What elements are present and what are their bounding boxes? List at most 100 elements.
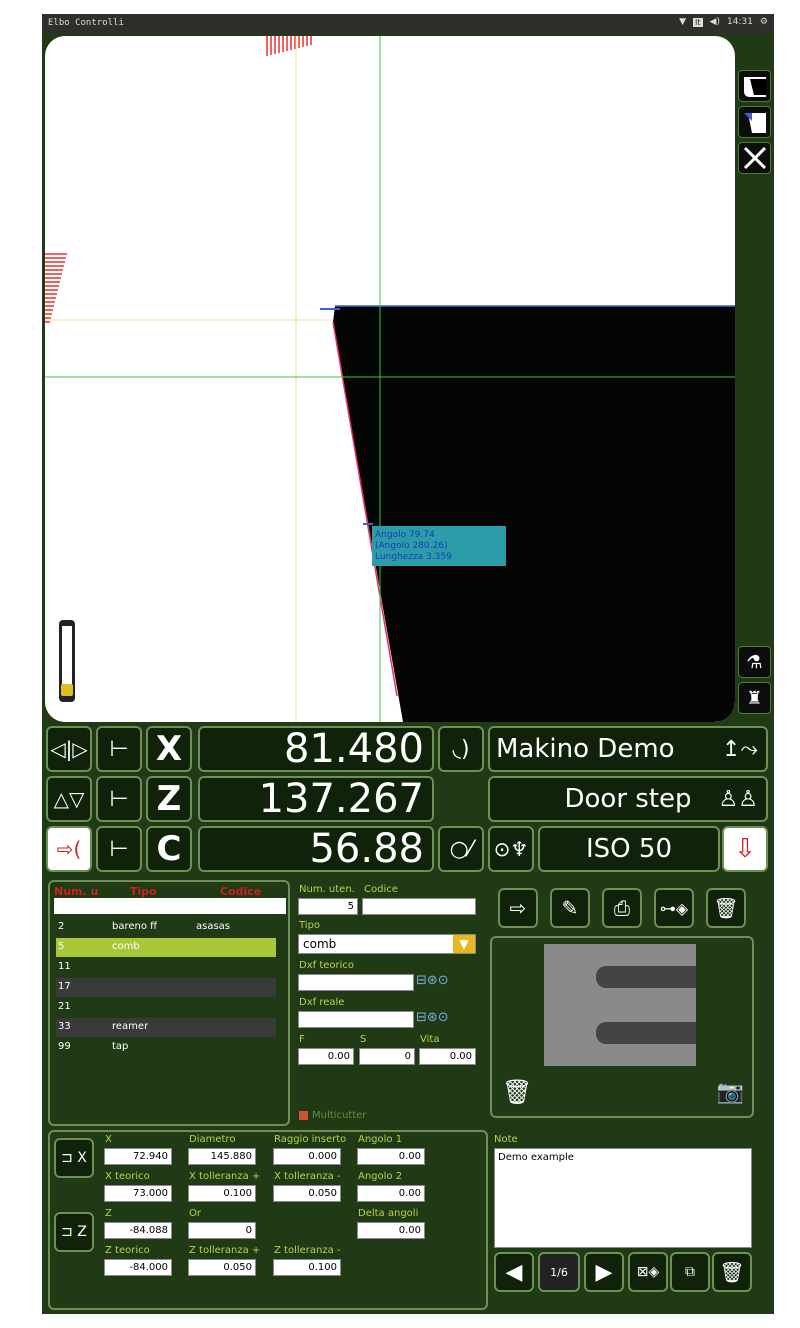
export-button[interactable]: ⇨	[498, 888, 538, 928]
volume-icon[interactable]: ◀)	[710, 17, 720, 27]
arrow-arc-button[interactable]: ⇨(	[46, 826, 92, 872]
measure-z-button[interactable]: ⊐ Z	[54, 1212, 94, 1252]
z-field[interactable]: -84.088	[104, 1222, 172, 1239]
standard-selector[interactable]: ISO 50	[538, 826, 720, 872]
zteorico-field[interactable]: -84.000	[104, 1259, 172, 1276]
table-row[interactable]: 21	[56, 998, 276, 1017]
angolo1-field[interactable]: 0.00	[357, 1148, 425, 1165]
view-mode-edge-button[interactable]	[738, 106, 771, 138]
tool-list-panel: Num. u Tipo Codice 2 bareno ff asasas 5 com…	[48, 880, 290, 1126]
table-row-selected[interactable]: 5 comb	[56, 938, 276, 957]
tool-holder-c-button[interactable]: ⊢	[96, 826, 142, 872]
radius-mode-button[interactable]: ○⁄	[438, 826, 484, 872]
camera-view[interactable]: Angolo 79.74 (Angolo 280.26) Lunghezza 3…	[45, 36, 735, 722]
dxf-teorico-field[interactable]	[298, 974, 414, 991]
angolo2-field[interactable]: 0.00	[357, 1185, 425, 1202]
angle-icon: ◟)	[452, 736, 470, 762]
diametro-field[interactable]: 145.880	[188, 1148, 256, 1165]
profile-selector[interactable]: Door step ♙♙	[488, 776, 768, 822]
xteorico-field[interactable]: 73.000	[104, 1185, 172, 1202]
pipette-button[interactable]: ✎	[550, 888, 590, 928]
or-field[interactable]: 0	[188, 1222, 256, 1239]
wifi-icon[interactable]: ▼	[679, 17, 686, 27]
copy-images-button[interactable]: ⧉	[670, 1252, 710, 1292]
num-uten-field[interactable]: 5	[298, 898, 358, 915]
machine-name: Makino Demo	[496, 734, 675, 764]
xtolm-field[interactable]: 0.050	[273, 1185, 341, 1202]
ztolp-field[interactable]: 0.050	[188, 1259, 256, 1276]
table-row[interactable]: 2 bareno ff asasas	[56, 918, 276, 937]
ztolm-field[interactable]: 0.100	[273, 1259, 341, 1276]
xtolm-label: X tolleranza -	[274, 1171, 341, 1182]
xtolp-field[interactable]: 0.100	[188, 1185, 256, 1202]
settings-gear-icon[interactable]: ⚙	[760, 17, 768, 27]
col-header-codice[interactable]: Codice	[220, 885, 261, 898]
tools-settings-button[interactable]	[738, 142, 771, 174]
s-field[interactable]: 0	[359, 1048, 415, 1065]
f-field[interactable]: 0.00	[298, 1048, 354, 1065]
codice-field[interactable]	[362, 898, 476, 915]
machine-selector[interactable]: Makino Demo ↥⤳	[488, 726, 768, 772]
dxf-teorico-icons[interactable]: ⊟⊛⊙	[416, 973, 449, 988]
transfer-button[interactable]: ⊶◈	[654, 888, 694, 928]
delta-field[interactable]: 0.00	[357, 1222, 425, 1239]
col-header-num[interactable]: Num. u	[54, 885, 98, 898]
view-mode-full-button[interactable]	[738, 70, 771, 102]
prev-page-button[interactable]: ◀	[494, 1252, 534, 1292]
tipo-dropdown[interactable]: comb ▼	[298, 934, 476, 954]
col-header-tipo[interactable]: Tipo	[130, 885, 157, 898]
keyboard-icon[interactable]: It	[693, 17, 703, 27]
page-indicator: 1/6	[538, 1252, 580, 1292]
angle-mode-button[interactable]: ◟)	[438, 726, 484, 772]
delete-page-button[interactable]: 🗑	[712, 1252, 752, 1292]
multicutter-label: Multicutter	[312, 1110, 367, 1121]
trash-icon: 🗑	[719, 1260, 745, 1284]
tool-holder-x-button[interactable]: ⊢	[96, 726, 142, 772]
num-uten-label: Num. uten.	[299, 884, 355, 895]
angolo2-label: Angolo 2	[358, 1171, 403, 1182]
tool-holder-icon: ⊢	[109, 836, 129, 862]
dxf-reale-icons[interactable]: ⊟⊛⊙	[416, 1010, 449, 1025]
notes-textarea[interactable]: Demo example	[494, 1148, 752, 1248]
tools-pair-icon: ♙♙	[718, 786, 758, 812]
page-indicator-text: 1/6	[550, 1265, 568, 1279]
delete-tool-button[interactable]: 🗑	[706, 888, 746, 928]
raggio-field[interactable]: 0.000	[273, 1148, 341, 1165]
measure-length: Lunghezza 3.359	[375, 552, 452, 562]
next-page-button[interactable]: ▶	[584, 1252, 624, 1292]
microscope-button[interactable]: ⚗	[738, 646, 771, 678]
tool-holder-icon: ⊢	[109, 786, 129, 812]
table-row[interactable]: 99 tap	[56, 1038, 276, 1057]
tool-photo[interactable]	[544, 944, 696, 1066]
zoom-slider-thumb[interactable]	[61, 684, 73, 696]
tool-holder-z-button[interactable]: ⊢	[96, 776, 142, 822]
delta-label: Delta angoli	[358, 1208, 419, 1219]
measure-x-button[interactable]: ⊐ X	[54, 1138, 94, 1178]
axis-c-label: C	[146, 826, 192, 872]
dropdown-arrow-icon[interactable]: ▼	[453, 935, 475, 953]
table-row[interactable]: 17	[56, 978, 276, 997]
multicutter-checkbox[interactable]	[299, 1111, 308, 1120]
mirror-z-icon: △▽	[53, 787, 85, 811]
mirror-x-button[interactable]: ◁|▷	[46, 726, 92, 772]
z-label: Z	[105, 1208, 112, 1219]
vita-field[interactable]: 0.00	[419, 1048, 476, 1065]
print-button[interactable]: ⎙	[602, 888, 642, 928]
dxf-reale-field[interactable]	[298, 1011, 414, 1028]
pager-transfer-button[interactable]: ⊠◈	[628, 1252, 668, 1292]
x-field[interactable]: 72.940	[104, 1148, 172, 1165]
copy-icon: ⧉	[685, 1264, 695, 1280]
table-row[interactable]: 33 reamer	[56, 1018, 276, 1037]
delete-image-icon[interactable]: 🗑	[502, 1078, 532, 1106]
mirror-x-icon: ◁|▷	[50, 737, 88, 761]
unload-button[interactable]: ⇩	[722, 826, 768, 872]
system-tray: ▼ It ◀) 14:31 ⚙	[679, 17, 768, 27]
part-image: Angolo 79.74 (Angolo 280.26) Lunghezza 3…	[45, 36, 735, 722]
pipette-icon: ✎	[561, 896, 579, 920]
spindle-button[interactable]: ⊙♆	[488, 826, 534, 872]
mirror-z-button[interactable]: △▽	[46, 776, 92, 822]
table-filter-row[interactable]	[54, 898, 286, 914]
camera-icon[interactable]: 📷	[717, 1080, 744, 1105]
table-row[interactable]: 11	[56, 958, 276, 977]
probe-button[interactable]: ♜	[738, 682, 771, 714]
